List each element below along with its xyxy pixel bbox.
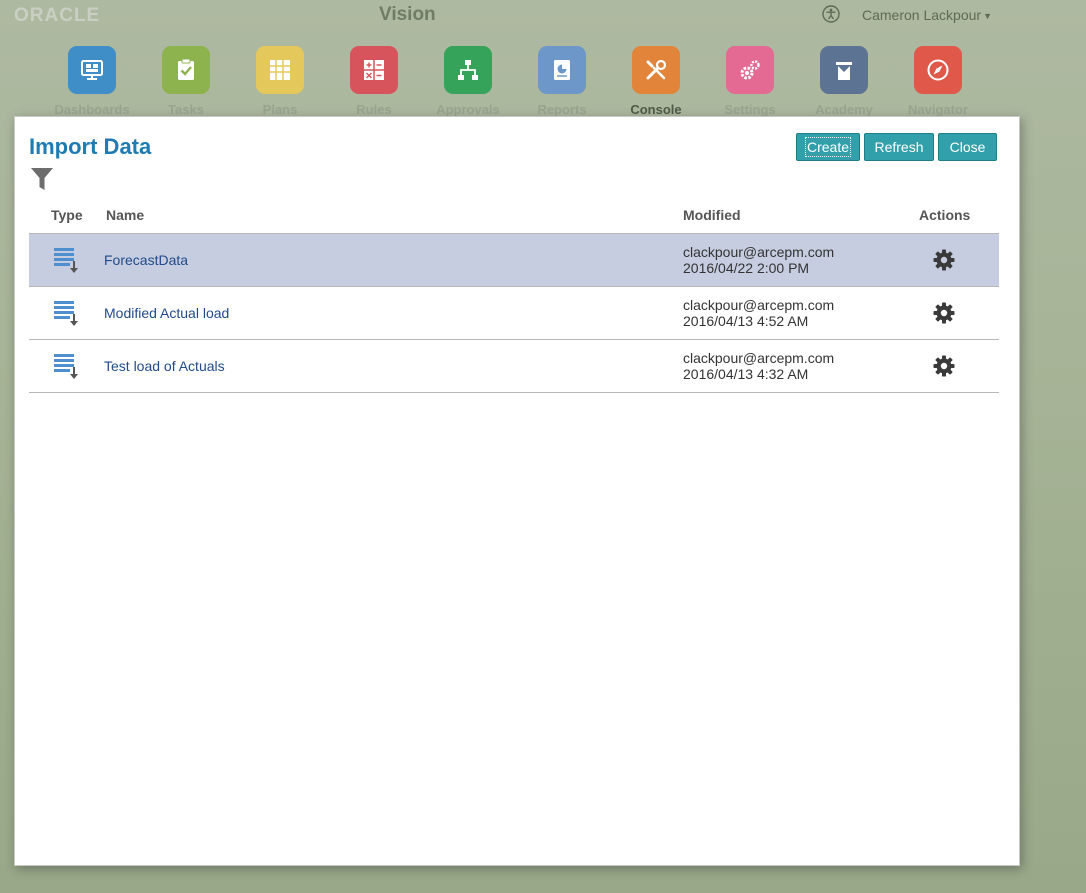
modified-by: clackpour@arcepm.com (683, 244, 835, 260)
nav-label: Console (630, 102, 682, 117)
modified-by: clackpour@arcepm.com (683, 350, 835, 366)
nav-item-console[interactable]: Console (609, 46, 703, 117)
plans-icon (256, 46, 304, 94)
table-row[interactable]: Test load of Actuals clackpour@arcepm.co… (29, 340, 999, 393)
table-row[interactable]: ForecastData clackpour@arcepm.com 2016/0… (29, 234, 999, 287)
user-name: Cameron Lackpour (862, 7, 982, 23)
rules-icon (350, 46, 398, 94)
row-modified: clackpour@arcepm.com 2016/04/22 2:00 PM (683, 244, 834, 276)
user-menu[interactable]: Cameron Lackpour ▼ (862, 7, 992, 23)
gear-icon[interactable] (932, 354, 956, 378)
row-name-link[interactable]: ForecastData (104, 252, 188, 268)
user-menu-caret-icon: ▼ (983, 11, 992, 21)
settings-icon (726, 46, 774, 94)
dashboards-icon (68, 46, 116, 94)
dialog-title: Import Data (29, 134, 152, 159)
accessibility-icon[interactable] (822, 5, 840, 23)
modified-by: clackpour@arcepm.com (683, 297, 835, 313)
nav-item-tasks[interactable]: Tasks (139, 46, 233, 117)
modified-on: 2016/04/22 2:00 PM (683, 260, 810, 276)
oracle-logo: ORACLE (14, 5, 101, 26)
nav-label: Plans (262, 102, 298, 117)
nav-item-academy[interactable]: Academy (797, 46, 891, 117)
row-modified: clackpour@arcepm.com 2016/04/13 4:32 AM (683, 350, 834, 382)
nav-item-approvals[interactable]: Approvals (421, 46, 515, 117)
data-load-icon (54, 354, 78, 379)
navigator-icon (914, 46, 962, 94)
gear-icon[interactable] (932, 301, 956, 325)
nav-bar: Dashboards Tasks Plans Rules Approvals R… (0, 40, 1086, 120)
create-button[interactable]: Create (796, 133, 860, 161)
nav-label: Navigator (908, 102, 968, 117)
nav-item-navigator[interactable]: Navigator (891, 46, 985, 117)
nav-item-settings[interactable]: Settings (703, 46, 797, 117)
nav-label: Dashboards (54, 102, 130, 117)
nav-label: Academy (815, 102, 873, 117)
row-name-link[interactable]: Modified Actual load (104, 305, 229, 321)
nav-item-reports[interactable]: Reports (515, 46, 609, 117)
row-modified: clackpour@arcepm.com 2016/04/13 4:52 AM (683, 297, 834, 329)
modified-on: 2016/04/13 4:52 AM (683, 313, 809, 329)
nav-item-rules[interactable]: Rules (327, 46, 421, 117)
nav-label: Rules (356, 102, 392, 117)
modified-on: 2016/04/13 4:32 AM (683, 366, 809, 382)
nav-label: Settings (724, 102, 776, 117)
create-button-label: Create (804, 137, 852, 157)
gear-icon[interactable] (932, 248, 956, 272)
reports-icon (538, 46, 586, 94)
nav-label: Tasks (168, 102, 204, 117)
import-data-dialog: Import Data Create Refresh Close Type Na… (14, 116, 1020, 866)
tasks-icon (162, 46, 210, 94)
table-row[interactable]: Modified Actual load clackpour@arcepm.co… (29, 287, 999, 340)
top-bar: ORACLE Vision Cameron Lackpour ▼ (0, 0, 1086, 32)
column-header-name[interactable]: Name (106, 207, 144, 223)
table-header: Type Name Modified Actions (29, 207, 999, 233)
close-button[interactable]: Close (938, 133, 997, 161)
column-header-modified[interactable]: Modified (683, 207, 741, 223)
column-header-type[interactable]: Type (51, 207, 83, 223)
academy-icon (820, 46, 868, 94)
nav-label: Approvals (436, 102, 500, 117)
data-load-icon (54, 248, 78, 273)
import-table-body: ForecastData clackpour@arcepm.com 2016/0… (29, 233, 999, 393)
data-load-icon (54, 301, 78, 326)
console-icon (632, 46, 680, 94)
approvals-icon (444, 46, 492, 94)
nav-item-dashboards[interactable]: Dashboards (45, 46, 139, 117)
nav-item-plans[interactable]: Plans (233, 46, 327, 117)
row-name-link[interactable]: Test load of Actuals (104, 358, 225, 374)
filter-icon[interactable] (30, 167, 54, 191)
nav-label: Reports (537, 102, 587, 117)
refresh-button[interactable]: Refresh (864, 133, 934, 161)
app-title: Vision (379, 4, 436, 25)
column-header-actions: Actions (919, 207, 971, 223)
